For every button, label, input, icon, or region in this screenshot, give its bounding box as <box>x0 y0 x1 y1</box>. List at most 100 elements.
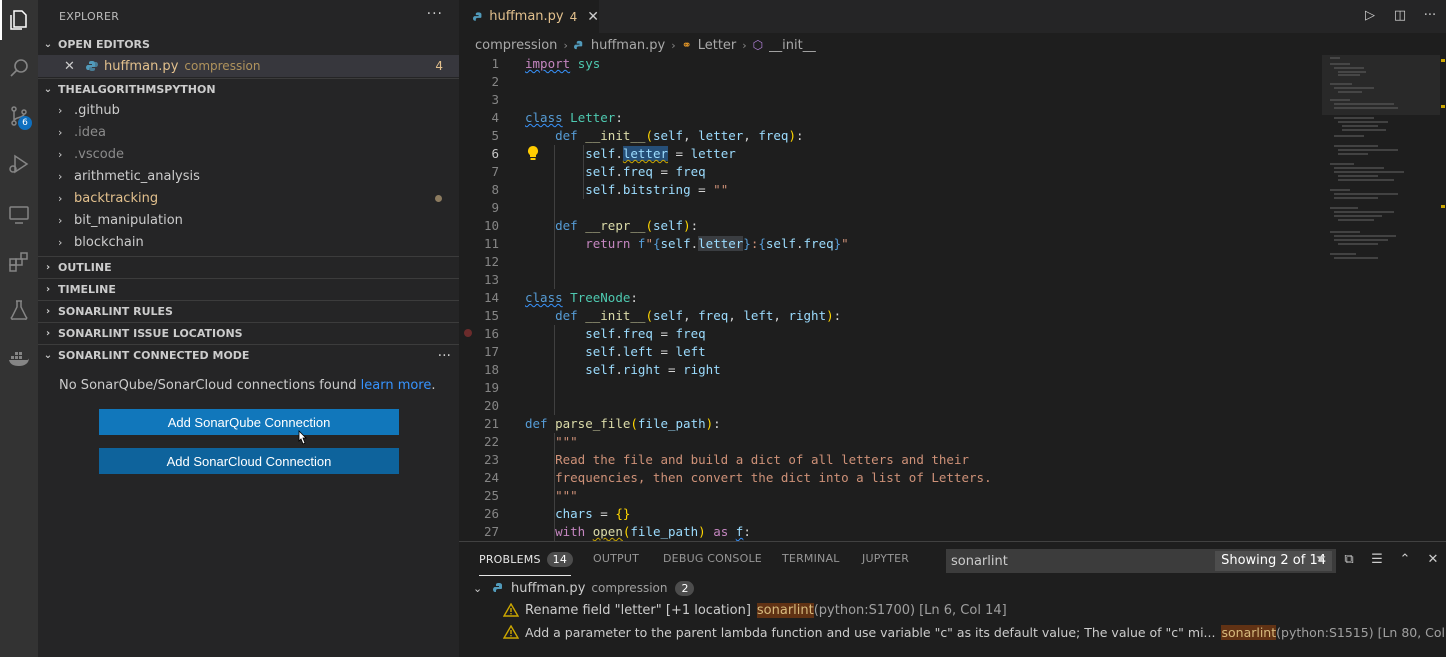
minimap[interactable] <box>1322 55 1440 540</box>
section-open-editors-label: OPEN EDITORS <box>58 37 150 51</box>
run-icon[interactable]: ▷ <box>1362 8 1378 23</box>
maximize-panel-icon[interactable]: ⌃ <box>1398 552 1412 567</box>
line-number: 1 <box>491 56 499 71</box>
tree-folder[interactable]: › .github <box>38 99 459 121</box>
line-number: 15 <box>483 308 499 323</box>
section-label: OUTLINE <box>58 261 112 274</box>
python-file-icon <box>573 40 583 49</box>
section-open-editors[interactable]: ⌄ OPEN EDITORS <box>38 33 459 55</box>
code-line: return f"{self.letter}:{self.freq}" <box>585 236 849 251</box>
chevron-right-icon: › <box>742 38 747 52</box>
code-line: import sys <box>525 56 601 71</box>
breadcrumb-folder[interactable]: compression <box>475 38 557 53</box>
scm-badge: 6 <box>18 116 32 130</box>
line-number: 10 <box>483 218 499 233</box>
chevron-right-icon: › <box>45 284 51 295</box>
explorer-icon[interactable] <box>0 0 38 40</box>
split-editor-icon[interactable]: ◫ <box>1392 8 1408 23</box>
section-sonarlint-issue-locations[interactable]: › SONARLINT ISSUE LOCATIONS <box>38 322 459 344</box>
tab-debug-console[interactable]: DEBUG CONSOLE <box>663 552 762 565</box>
line-number: 4 <box>491 110 499 125</box>
close-icon[interactable]: ✕ <box>64 59 78 74</box>
line-number: 18 <box>483 362 499 377</box>
tree-folder[interactable]: › .idea <box>38 121 459 143</box>
code-line: self.letter = letter <box>585 146 736 161</box>
problem-row[interactable]: Add a parameter to the parent lambda fun… <box>503 621 1446 643</box>
extensions-icon[interactable] <box>0 242 38 282</box>
tree-folder[interactable]: › bit_manipulation <box>38 209 459 231</box>
chevron-right-icon: › <box>58 147 63 161</box>
docker-icon[interactable] <box>0 338 38 378</box>
section-label: SONARLINT ISSUE LOCATIONS <box>58 327 243 340</box>
breakpoint-hint-icon[interactable] <box>464 329 472 337</box>
breadcrumb-class[interactable]: Letter <box>698 38 737 53</box>
line-number: 17 <box>483 344 499 359</box>
add-sonarcloud-connection-button[interactable]: Add SonarCloud Connection <box>99 448 399 474</box>
code-line: def __init__(self, letter, freq): <box>555 128 804 143</box>
search-icon[interactable] <box>0 48 38 88</box>
problem-source: sonarlint <box>756 602 814 618</box>
chevron-down-icon: ⌄ <box>43 38 53 50</box>
line-number: 21 <box>483 416 499 431</box>
testing-icon[interactable] <box>0 290 38 330</box>
tab-huffman[interactable]: huffman.py 4 ✕ <box>459 0 599 33</box>
collapse-all-icon[interactable]: ⧉ <box>1342 552 1356 567</box>
tree-folder[interactable]: › backtracking <box>38 187 459 209</box>
folder-label: arithmetic_analysis <box>74 168 200 184</box>
close-panel-icon[interactable]: ✕ <box>1426 552 1440 567</box>
sonarlint-message-text: No SonarQube/SonarCloud connections foun… <box>59 378 361 393</box>
sidebar-title: EXPLORER <box>59 10 120 23</box>
add-sonarqube-connection-button[interactable]: Add SonarQube Connection <box>99 409 399 435</box>
modified-dot-icon <box>435 194 442 202</box>
section-outline[interactable]: › OUTLINE <box>38 256 459 278</box>
chevron-right-icon: › <box>58 169 63 183</box>
learn-more-link[interactable]: learn more <box>361 378 432 393</box>
line-number: 11 <box>483 236 499 251</box>
more-actions-icon[interactable]: ··· <box>1422 8 1438 23</box>
tab-label: huffman.py <box>489 9 564 24</box>
more-actions-icon[interactable]: ··· <box>438 348 451 364</box>
problem-file-folder: compression <box>591 581 668 595</box>
line-number-current: 6 <box>491 146 499 161</box>
python-file-icon <box>493 583 502 592</box>
breadcrumb-file[interactable]: huffman.py <box>591 38 665 53</box>
chevron-right-icon: › <box>45 306 51 317</box>
section-timeline[interactable]: › TIMELINE <box>38 278 459 300</box>
code-line: self.bitstring = "" <box>585 182 729 197</box>
editor-scrollbar[interactable] <box>1440 55 1446 540</box>
run-debug-icon[interactable] <box>0 144 38 184</box>
chevron-right-icon: › <box>58 103 63 117</box>
tab-terminal[interactable]: TERMINAL <box>782 552 840 565</box>
line-number: 3 <box>491 92 499 107</box>
chevron-down-icon: ⌄ <box>43 84 53 95</box>
open-editor-filename: huffman.py <box>104 58 179 74</box>
section-sonarlint-rules[interactable]: › SONARLINT RULES <box>38 300 459 322</box>
problems-filter-input[interactable]: sonarlint Showing 2 of 14 <box>946 549 1336 573</box>
problem-row[interactable]: Rename field "letter" [+1 location] sona… <box>503 599 1007 621</box>
chevron-right-icon: › <box>45 262 51 273</box>
close-icon[interactable]: ✕ <box>587 9 599 25</box>
filter-icon[interactable]: ⏷ <box>1314 552 1328 567</box>
source-control-icon[interactable]: 6 <box>0 96 38 136</box>
tree-folder[interactable]: › .vscode <box>38 143 459 165</box>
tree-folder[interactable]: › blockchain <box>38 231 459 253</box>
section-label: SONARLINT CONNECTED MODE <box>58 349 250 362</box>
tab-output[interactable]: OUTPUT <box>593 552 639 565</box>
tree-folder[interactable]: › arithmetic_analysis <box>38 165 459 187</box>
remote-explorer-icon[interactable] <box>0 194 38 234</box>
open-editor-item[interactable]: ✕ huffman.py compression 4 <box>38 55 459 77</box>
breadcrumb-method[interactable]: __init__ <box>769 38 816 53</box>
sonarlint-message: No SonarQube/SonarCloud connections foun… <box>59 378 436 393</box>
more-actions-icon[interactable]: ··· <box>427 6 443 22</box>
section-project[interactable]: ⌄ THEALGORITHMSPYTHON <box>38 78 459 100</box>
line-number: 2 <box>491 74 499 89</box>
code-line: """ <box>555 434 578 449</box>
line-number: 14 <box>483 290 499 305</box>
tab-jupyter[interactable]: JUPYTER <box>862 552 909 565</box>
line-number: 27 <box>483 524 499 539</box>
tab-problems[interactable]: PROBLEMS 14 <box>479 552 574 567</box>
problem-file-group[interactable]: ⌄ huffman.py compression 2 <box>473 577 695 599</box>
view-as-list-icon[interactable]: ☰ <box>1370 552 1384 567</box>
line-number: 25 <box>483 488 499 503</box>
section-sonarlint-connected-mode[interactable]: ⌄ SONARLINT CONNECTED MODE ··· <box>38 344 459 366</box>
